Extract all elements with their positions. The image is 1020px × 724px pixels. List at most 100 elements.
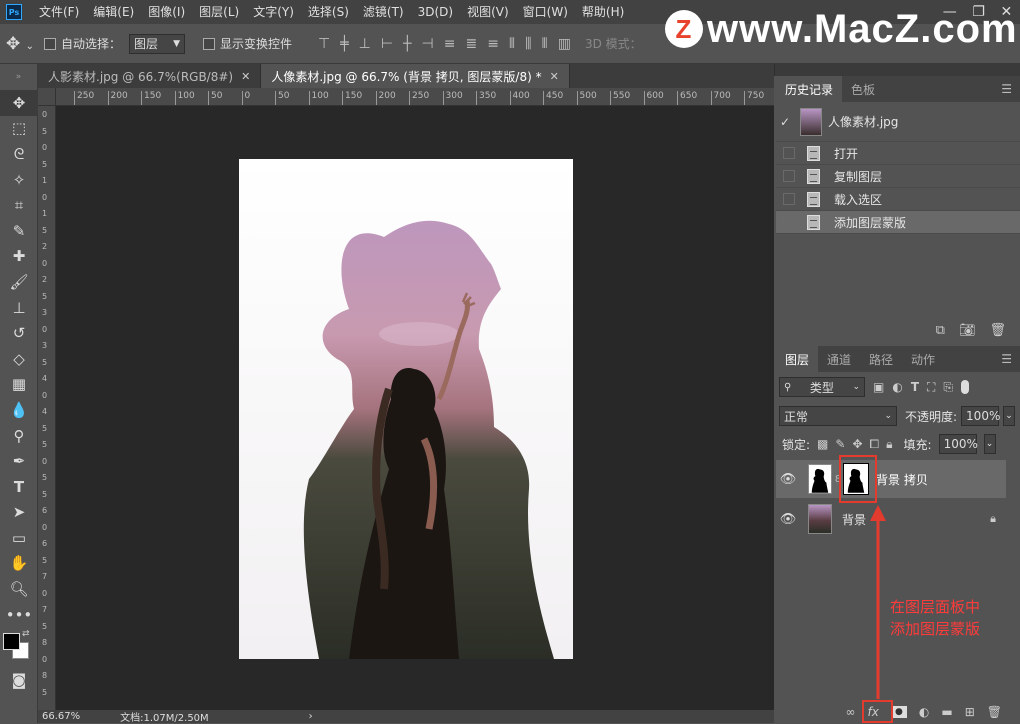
lock-transparent-icon[interactable]: ▩: [817, 437, 828, 451]
menu-image[interactable]: 图像(I): [141, 0, 192, 24]
panel-menu-icon[interactable]: ☰: [993, 82, 1020, 96]
eraser-tool-icon[interactable]: ◇: [0, 346, 38, 372]
filter-shape-icon[interactable]: ⛶: [927, 380, 935, 395]
crop-tool-icon[interactable]: ⌗: [0, 192, 38, 218]
visibility-eye-icon[interactable]: 👁︎: [776, 512, 800, 527]
clone-stamp-tool-icon[interactable]: ⊥: [0, 295, 38, 321]
filter-toggle-icon[interactable]: [961, 380, 970, 394]
history-brush-tool-icon[interactable]: ↺: [0, 320, 38, 346]
quick-mask-icon[interactable]: ◙: [0, 667, 38, 693]
swap-colors-icon[interactable]: ⇄: [22, 629, 30, 639]
new-layer-icon[interactable]: ⊞: [965, 705, 975, 719]
layer-name[interactable]: 背景: [842, 511, 866, 528]
history-snapshot[interactable]: ✓ 人像素材.jpg: [776, 102, 1020, 142]
filter-pixel-icon[interactable]: ▣: [873, 380, 884, 394]
align-left-icon[interactable]: ⊢: [381, 36, 393, 52]
tab-layers[interactable]: 图层: [776, 346, 819, 372]
brush-tool-icon[interactable]: 🖌: [0, 269, 38, 295]
menu-layer[interactable]: 图层(L): [192, 0, 246, 24]
distribute-right-icon[interactable]: ⦀: [542, 36, 548, 52]
hand-tool-icon[interactable]: ✋: [0, 551, 38, 577]
lock-position-icon[interactable]: ✥: [852, 437, 862, 451]
camera-icon[interactable]: 📷︎: [959, 323, 976, 338]
history-step[interactable]: 复制图层: [776, 165, 1020, 188]
eyedropper-tool-icon[interactable]: ✎: [0, 218, 38, 244]
menu-window[interactable]: 窗口(W): [516, 0, 575, 24]
tab-document-2[interactable]: 人像素材.jpg @ 66.7% (背景 拷贝, 图层蒙版/8) * ✕: [261, 64, 570, 88]
lock-artboard-icon[interactable]: ⧠: [870, 437, 880, 452]
lock-all-icon[interactable]: 🔒︎: [886, 437, 892, 452]
align-hcenter-icon[interactable]: ┼: [403, 36, 411, 52]
menu-view[interactable]: 视图(V): [460, 0, 516, 24]
align-vcenter-icon[interactable]: ╪: [340, 36, 348, 52]
menu-file[interactable]: 文件(F): [32, 0, 86, 24]
history-brush-checkbox[interactable]: [783, 216, 795, 228]
rectangle-tool-icon[interactable]: ▭: [0, 525, 38, 551]
marquee-tool-icon[interactable]: ⬚: [0, 116, 38, 142]
lasso-tool-icon[interactable]: ᘓ: [0, 141, 38, 167]
menu-select[interactable]: 选择(S): [301, 0, 356, 24]
distribute-vcenter-icon[interactable]: ≣: [465, 36, 477, 52]
color-swatches[interactable]: ⇄: [0, 627, 37, 667]
menu-filter[interactable]: 滤镜(T): [356, 0, 411, 24]
filter-smart-object-icon[interactable]: ⎘: [943, 380, 953, 395]
visibility-eye-icon[interactable]: 👁︎: [776, 472, 800, 487]
lock-pixels-icon[interactable]: ✎: [835, 437, 845, 451]
history-step-selected[interactable]: 添加图层蒙版: [776, 211, 1020, 234]
history-brush-checkbox[interactable]: [783, 147, 795, 159]
layer-filter-dropdown[interactable]: ⚲ 类型 ⌄: [779, 377, 865, 397]
close-tab-icon[interactable]: ✕: [550, 70, 559, 83]
zoom-tool-icon[interactable]: 🔍︎: [0, 576, 38, 602]
path-selection-tool-icon[interactable]: ➤: [0, 500, 38, 526]
layer-row-background[interactable]: 👁︎ 背景 🔒︎: [776, 500, 1006, 538]
auto-select-dropdown[interactable]: 图层 ▼: [129, 33, 186, 54]
trash-icon[interactable]: 🗑︎: [989, 323, 1006, 338]
toolbar-collapse-icon[interactable]: »: [0, 64, 37, 90]
document-image[interactable]: [239, 159, 573, 659]
add-layer-mask-icon[interactable]: ●: [890, 706, 907, 718]
dodge-tool-icon[interactable]: ⚲: [0, 423, 38, 449]
more-tools-icon[interactable]: •••: [0, 602, 38, 628]
align-bottom-icon[interactable]: ⊥: [359, 36, 371, 52]
chevron-down-icon[interactable]: ⌄: [1003, 406, 1016, 426]
pen-tool-icon[interactable]: ✒: [0, 448, 38, 474]
menu-type[interactable]: 文字(Y): [246, 0, 301, 24]
fill-field[interactable]: 100%: [938, 434, 978, 454]
tab-history[interactable]: 历史记录: [776, 76, 843, 102]
move-tool-option-icon[interactable]: ✥ ⌄: [6, 34, 44, 54]
foreground-color-swatch[interactable]: [3, 633, 20, 651]
align-right-icon[interactable]: ⊣: [422, 36, 434, 52]
tab-actions[interactable]: 动作: [902, 346, 944, 372]
show-transform-checkbox[interactable]: [203, 37, 216, 50]
new-group-icon[interactable]: ▬: [941, 705, 952, 719]
filter-adjustment-icon[interactable]: ◐: [892, 380, 902, 394]
panel-menu-icon[interactable]: ☰: [993, 352, 1020, 366]
healing-brush-tool-icon[interactable]: ✚: [0, 244, 38, 270]
gradient-tool-icon[interactable]: ▦: [0, 372, 38, 398]
distribute-top-icon[interactable]: ≡: [444, 36, 456, 52]
align-top-icon[interactable]: ⊤: [318, 36, 330, 52]
blend-mode-dropdown[interactable]: 正常 ⌄: [779, 406, 897, 426]
adjustment-layer-icon[interactable]: ◐: [919, 705, 929, 719]
layer-thumbnail[interactable]: [808, 464, 832, 494]
blur-tool-icon[interactable]: 💧: [0, 397, 38, 423]
chevron-down-icon[interactable]: ⌄: [983, 434, 996, 454]
auto-select-checkbox[interactable]: [44, 37, 56, 50]
link-layers-icon[interactable]: ∞: [846, 705, 856, 719]
tab-channels[interactable]: 通道: [818, 346, 860, 372]
distribute-hcenter-icon[interactable]: ⫼: [525, 36, 531, 52]
history-brush-checkbox[interactable]: [783, 193, 795, 205]
menu-edit[interactable]: 编辑(E): [86, 0, 141, 24]
history-step[interactable]: 打开: [776, 142, 1020, 165]
tab-swatches[interactable]: 色板: [842, 76, 884, 102]
tab-paths[interactable]: 路径: [860, 346, 902, 372]
new-document-from-state-icon[interactable]: ⧉: [936, 323, 945, 338]
move-tool-icon[interactable]: ✥: [0, 90, 38, 116]
trash-icon[interactable]: 🗑︎: [987, 705, 1002, 719]
type-tool-icon[interactable]: T: [0, 474, 38, 500]
layer-thumbnail[interactable]: [808, 504, 832, 534]
menu-help[interactable]: 帮助(H): [575, 0, 631, 24]
tab-document-1[interactable]: 人影素材.jpg @ 66.7%(RGB/8#) ✕: [38, 64, 262, 88]
menu-3d[interactable]: 3D(D): [411, 0, 460, 24]
distribute-left-icon[interactable]: ⦀: [509, 36, 515, 52]
